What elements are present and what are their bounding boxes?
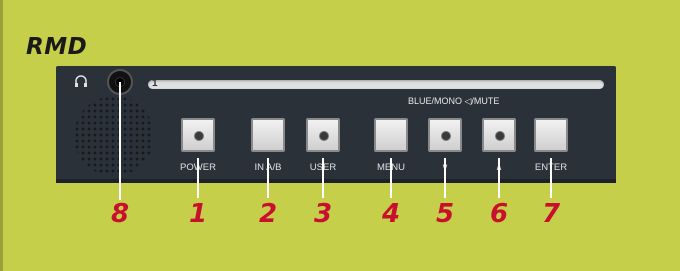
led-indicator <box>496 132 504 140</box>
diagram-title: RMD <box>26 34 88 60</box>
callout-line <box>322 158 324 198</box>
panel-button-4 <box>374 118 408 152</box>
callout-line <box>390 158 392 198</box>
callout-number: 7 <box>541 199 561 229</box>
callout-number: 4 <box>381 199 401 229</box>
callout-line <box>267 158 269 198</box>
panel-button-6 <box>482 118 516 152</box>
control-panel: 1 BLUE/MONO ◁/MUTE POWERIN A/BUSERMENU∨∧… <box>56 66 616 183</box>
callout-number: 1 <box>188 199 208 229</box>
callout-number: 6 <box>489 199 509 229</box>
led-indicator <box>320 132 328 140</box>
panel-button-2 <box>251 118 285 152</box>
panel-button-7 <box>534 118 568 152</box>
left-border <box>0 0 3 271</box>
callout-line <box>197 158 199 198</box>
speaker-grille <box>74 96 154 176</box>
callout-line <box>444 158 446 198</box>
callout-line <box>550 158 552 198</box>
led-indicator <box>195 132 203 140</box>
headphone-icon <box>75 75 87 87</box>
callout-number: 3 <box>313 199 333 229</box>
slot-number: 1 <box>152 78 158 89</box>
panel-button-5 <box>428 118 462 152</box>
card-slot <box>148 80 604 89</box>
callout-number: 2 <box>258 199 278 229</box>
led-indicator <box>442 132 450 140</box>
callout-number: 5 <box>435 199 455 229</box>
blue-mono-mute-label: BLUE/MONO ◁/MUTE <box>408 96 500 106</box>
callout-line <box>119 82 121 200</box>
callout-line <box>498 158 500 198</box>
panel-button-1 <box>181 118 215 152</box>
callout-number: 8 <box>110 199 130 229</box>
panel-button-3 <box>306 118 340 152</box>
